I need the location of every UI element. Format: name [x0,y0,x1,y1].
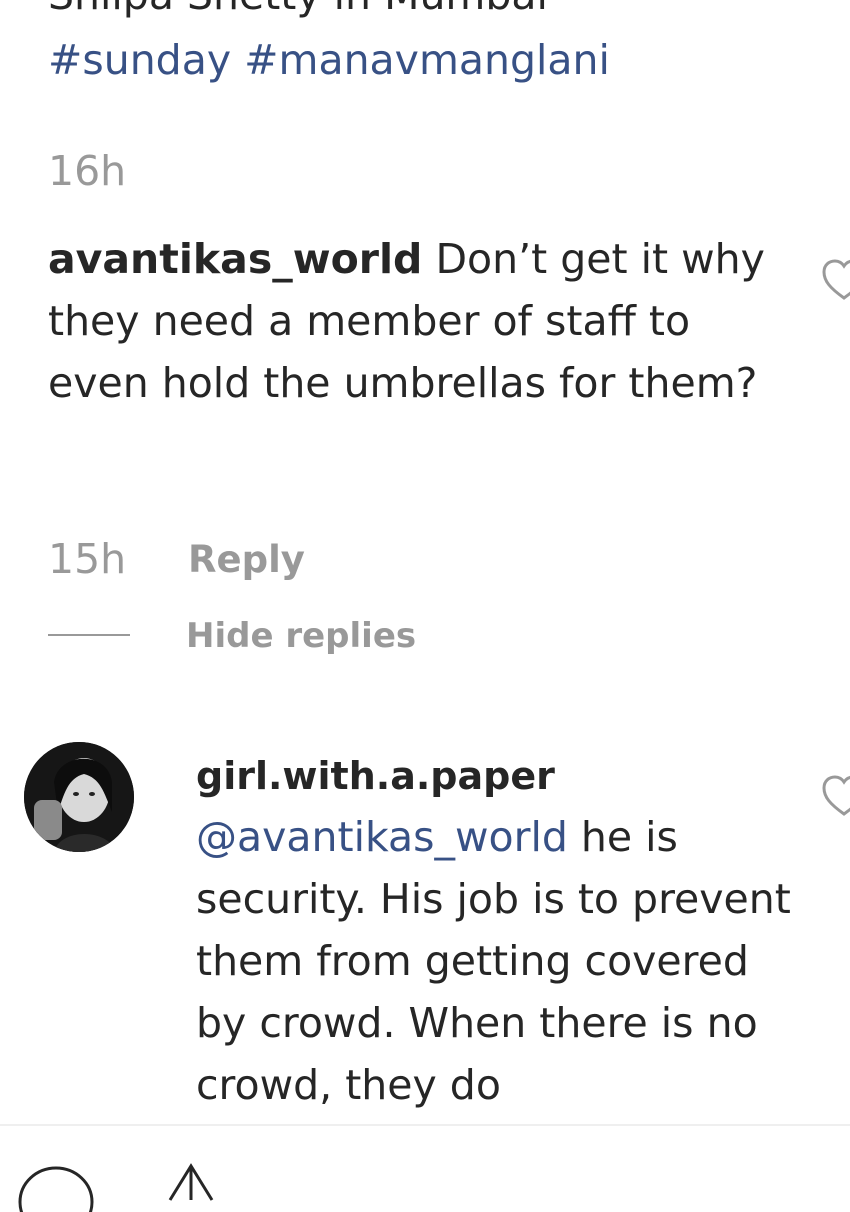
share-icon[interactable] [166,1160,216,1210]
post-hashtags: #sunday #manavmanglani [48,29,610,91]
post-caption-tail: Shilpa Shetty in Mumbai [48,0,548,26]
comment-timestamp: 15h [48,535,127,583]
heart-outline-icon[interactable] [820,256,850,304]
hide-replies-button[interactable]: Hide replies [186,608,416,664]
heart-outline-icon[interactable] [820,772,850,820]
comment-body: avantikas_world Don’t get it why they ne… [48,228,768,414]
avatar[interactable] [24,742,134,852]
mention-link[interactable]: @avantikas_world [196,813,568,861]
hide-replies-divider [48,634,130,636]
reply-button[interactable]: Reply [188,532,305,588]
hashtag-link[interactable]: #manavmanglani [244,36,610,84]
reply-body: @avantikas_world he is security. His job… [196,806,796,1116]
post-action-bar [0,1124,850,1189]
avatar-photo [24,742,134,852]
reply-username[interactable]: girl.with.a.paper [196,746,555,806]
comment-bubble-icon[interactable] [16,1162,96,1212]
hashtag-link[interactable]: #sunday [48,36,231,84]
post-timestamp: 16h [48,147,127,195]
comment-username[interactable]: avantikas_world [48,235,422,283]
